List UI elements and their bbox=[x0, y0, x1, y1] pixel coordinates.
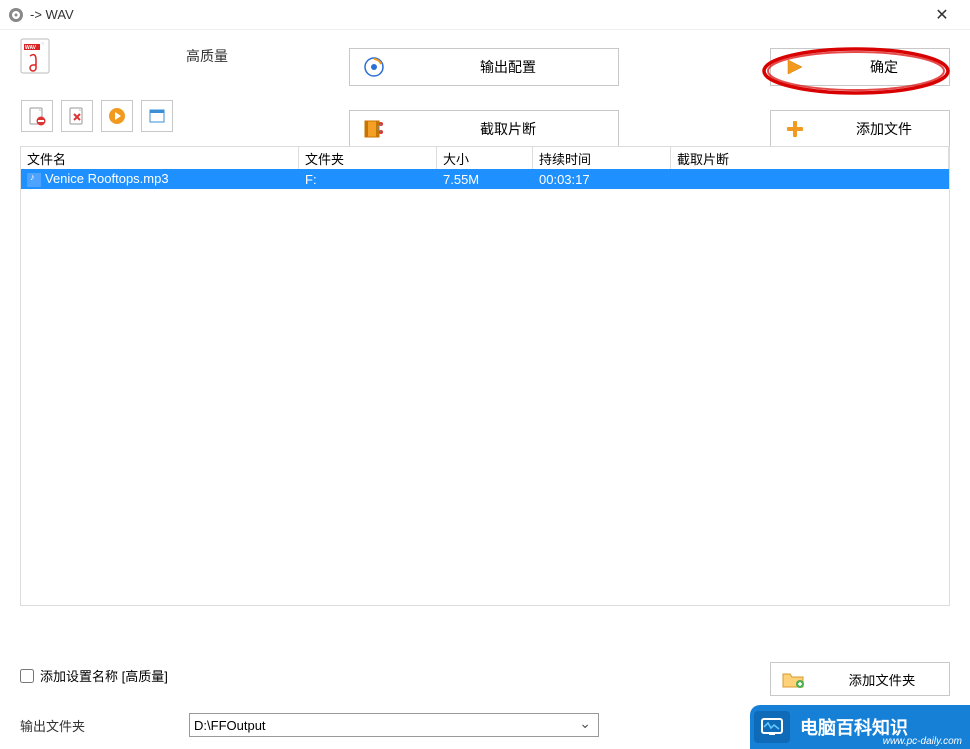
cell-folder: F: bbox=[299, 171, 437, 188]
watermark-badge-icon bbox=[754, 711, 790, 743]
file-table: 文件名 文件夹 大小 持续时间 截取片断 Venice Rooftops.mp3… bbox=[20, 146, 950, 606]
ok-label: 确定 bbox=[819, 57, 949, 77]
add-folder-button[interactable]: 添加文件夹 bbox=[770, 662, 950, 696]
col-header-name[interactable]: 文件名 bbox=[21, 147, 299, 169]
clip-label: 截取片断 bbox=[398, 119, 618, 139]
quality-label: 高质量 bbox=[186, 46, 228, 66]
page-delete-icon bbox=[67, 106, 87, 126]
cell-clip bbox=[671, 178, 949, 180]
add-setting-label: 添加设置名称 [高质量] bbox=[40, 666, 168, 685]
play-button[interactable] bbox=[101, 100, 133, 132]
cell-size: 7.55M bbox=[437, 171, 533, 188]
top-toolbar: WAV 高质量 输出配置 确定 bbox=[0, 30, 970, 82]
cell-name: Venice Rooftops.mp3 bbox=[45, 171, 169, 186]
arrow-right-icon bbox=[784, 56, 806, 78]
ok-button[interactable]: 确定 bbox=[770, 48, 950, 86]
film-clip-icon bbox=[363, 118, 385, 140]
info-button[interactable] bbox=[141, 100, 173, 132]
delete-button[interactable] bbox=[61, 100, 93, 132]
output-folder-select[interactable] bbox=[189, 713, 599, 737]
table-body: Venice Rooftops.mp3 F: 7.55M 00:03:17 bbox=[21, 169, 949, 189]
app-icon bbox=[8, 7, 24, 23]
col-header-size[interactable]: 大小 bbox=[437, 147, 533, 169]
output-config-button[interactable]: 输出配置 bbox=[349, 48, 619, 86]
add-file-label: 添加文件 bbox=[819, 119, 949, 139]
clip-button[interactable]: 截取片断 bbox=[349, 110, 619, 148]
window-title: -> WAV bbox=[30, 7, 74, 22]
setting-row: 添加设置名称 [高质量] 添加文件夹 bbox=[20, 666, 950, 685]
play-icon bbox=[107, 106, 127, 126]
add-file-button[interactable]: 添加文件 bbox=[770, 110, 950, 148]
col-header-clip[interactable]: 截取片断 bbox=[671, 147, 949, 169]
wav-format-icon: WAV bbox=[20, 38, 50, 74]
page-remove-icon bbox=[27, 106, 47, 126]
add-folder-label: 添加文件夹 bbox=[815, 670, 949, 689]
plus-icon bbox=[784, 118, 806, 140]
table-header: 文件名 文件夹 大小 持续时间 截取片断 bbox=[21, 147, 949, 169]
col-header-duration[interactable]: 持续时间 bbox=[533, 147, 671, 169]
cell-duration: 00:03:17 bbox=[533, 171, 671, 188]
music-file-icon bbox=[27, 173, 41, 187]
remove-item-button[interactable] bbox=[21, 100, 53, 132]
gear-icon bbox=[363, 56, 385, 78]
output-folder-label: 输出文件夹 bbox=[20, 716, 85, 735]
col-header-folder[interactable]: 文件夹 bbox=[299, 147, 437, 169]
second-toolbar: 截取片断 添加文件 bbox=[0, 82, 970, 140]
add-setting-checkbox[interactable] bbox=[20, 669, 34, 683]
output-config-label: 输出配置 bbox=[398, 57, 618, 77]
close-button[interactable]: ✕ bbox=[922, 1, 962, 29]
svg-text:WAV: WAV bbox=[25, 45, 37, 51]
watermark-url: www.pc-daily.com bbox=[883, 736, 962, 747]
table-row[interactable]: Venice Rooftops.mp3 F: 7.55M 00:03:17 bbox=[21, 169, 949, 189]
folder-plus-icon bbox=[781, 669, 805, 689]
window-icon bbox=[147, 106, 167, 126]
title-bar: -> WAV ✕ bbox=[0, 0, 970, 30]
watermark: 电脑百科知识 www.pc-daily.com bbox=[750, 701, 970, 749]
